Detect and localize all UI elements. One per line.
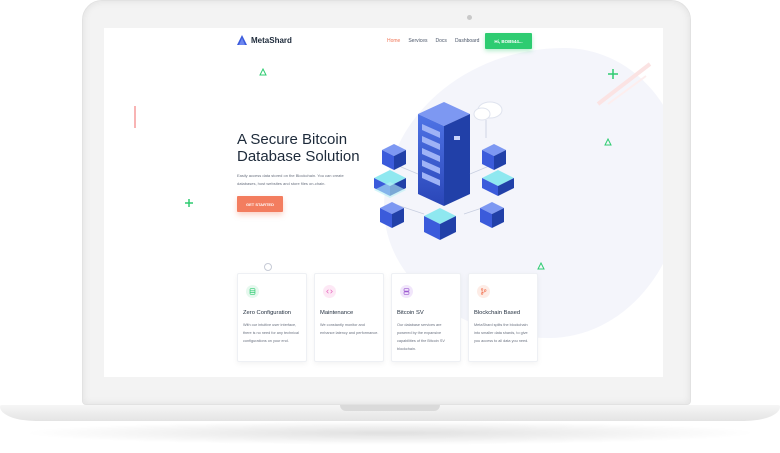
- brand-logo[interactable]: MetaShard: [237, 35, 292, 45]
- triangle-deco-icon: [537, 262, 545, 270]
- hero-title-line: Database Solution: [237, 148, 360, 165]
- database-icon: [246, 285, 259, 298]
- feature-title: Blockchain Based: [474, 310, 521, 316]
- small-server-cube: [382, 144, 406, 170]
- feature-card[interactable]: Blockchain Based MetaShard splits the bl…: [468, 273, 538, 362]
- hero-subtitle-line: Easily access data stored on the Blockch…: [237, 173, 344, 178]
- circle-deco-icon: [264, 263, 272, 271]
- nav-item-docs[interactable]: Docs: [436, 38, 447, 44]
- feature-cards: Zero Configuration With our intuitive us…: [237, 273, 538, 362]
- feature-card[interactable]: Zero Configuration With our intuitive us…: [237, 273, 307, 362]
- hero-subtitle-line: databases, host websites and store files…: [237, 181, 326, 186]
- nav-item-services[interactable]: Services: [408, 38, 427, 44]
- base-server-cube: [424, 208, 456, 240]
- small-server-cube: [480, 202, 504, 228]
- website-screen: MetaShard Home Services Docs Dashboard H…: [104, 28, 663, 377]
- stacked-server-cube: [482, 170, 514, 196]
- top-navigation: MetaShard Home Services Docs Dashboard H…: [104, 28, 663, 54]
- hero-title: A Secure Bitcoin Database Solution: [237, 131, 387, 165]
- nav-menu: Home Services Docs Dashboard: [387, 38, 479, 44]
- laptop-shadow: [20, 421, 760, 445]
- cloud-icon: [473, 101, 503, 138]
- server-icon: [400, 285, 413, 298]
- feature-description: With our intuitive user interface, there…: [243, 323, 299, 343]
- nav-item-dashboard[interactable]: Dashboard: [455, 38, 479, 44]
- server-illustration: [374, 101, 514, 240]
- triangle-deco-icon: [259, 68, 267, 76]
- feature-title: Bitcoin SV: [397, 310, 424, 316]
- main-server-tower: [418, 102, 470, 206]
- feature-card[interactable]: Maintenance We constantly monitor and en…: [314, 273, 384, 362]
- hero-subtitle: Easily access data stored on the Blockch…: [237, 172, 357, 188]
- brand-name: MetaShard: [251, 35, 292, 45]
- small-server-cube: [482, 144, 506, 170]
- feature-card[interactable]: Bitcoin SV Our database services are pow…: [391, 273, 461, 362]
- code-icon: [323, 285, 336, 298]
- feature-title: Zero Configuration: [243, 310, 292, 316]
- account-button[interactable]: Hi, BOB544...: [485, 33, 532, 49]
- stacked-server-cube: [374, 170, 406, 198]
- git-branch-icon: [477, 285, 490, 298]
- feature-description: We constantly monitor and enhance latenc…: [320, 323, 379, 335]
- nav-item-home[interactable]: Home: [387, 38, 400, 44]
- webcam-dot: [467, 15, 472, 20]
- laptop-notch: [340, 405, 440, 411]
- laptop-mockup: MetaShard Home Services Docs Dashboard H…: [0, 0, 780, 453]
- feature-description: MetaShard splits the blockchain into sma…: [474, 323, 529, 343]
- light-streak-deco: [596, 62, 652, 106]
- feature-description: Our database services are powered by the…: [397, 323, 445, 351]
- get-started-button[interactable]: GET STARTED: [237, 196, 283, 212]
- accent-line-deco: [134, 106, 136, 128]
- metashard-logo-icon: [237, 35, 247, 45]
- triangle-deco-icon: [604, 138, 612, 146]
- plus-deco-icon: [185, 199, 193, 207]
- hero-title-line: A Secure Bitcoin: [237, 131, 348, 148]
- feature-title: Maintenance: [320, 310, 354, 316]
